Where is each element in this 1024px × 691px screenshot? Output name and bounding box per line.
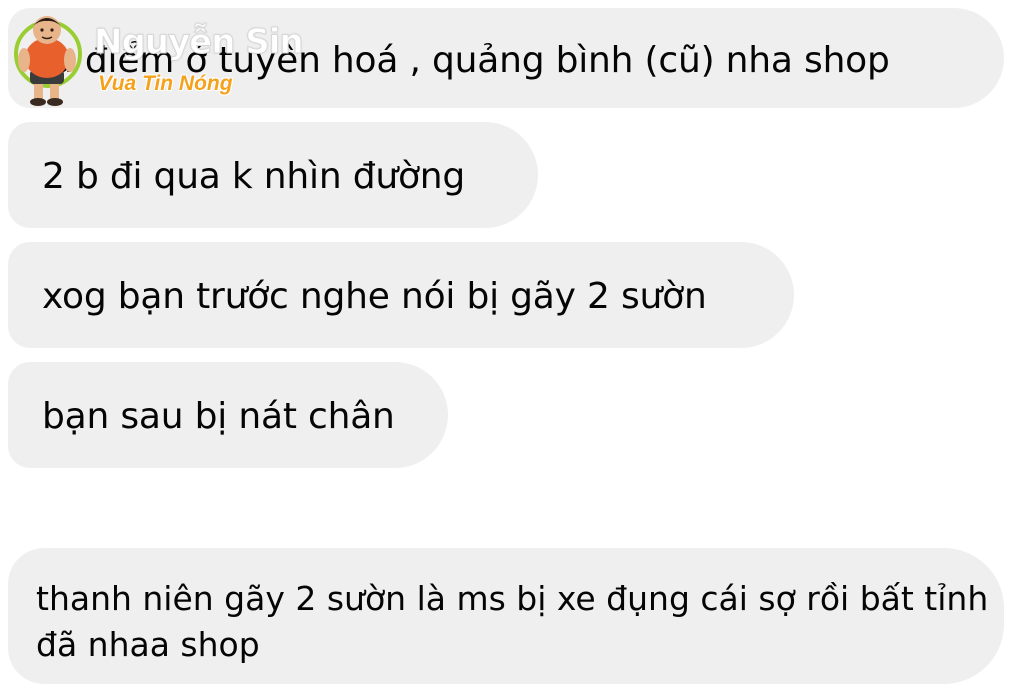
- watermark: Nguyễn Sin Vua Tin Nóng: [10, 10, 304, 110]
- message-text: 2 b đi qua k nhìn đường: [42, 156, 466, 197]
- reply-text-line: đã nhaa shop: [36, 625, 260, 664]
- watermark-name: Nguyễn Sin: [94, 22, 305, 63]
- mascot-logo: [14, 16, 82, 106]
- message-bubble: xog bạn trước nghe nói bị gãy 2 sườn: [8, 242, 794, 348]
- message-text: bạn sau bị nát chân: [42, 396, 395, 437]
- watermark-tagline: Vua Tin Nóng: [98, 72, 233, 95]
- message-bubble: bạn sau bị nát chân: [8, 362, 448, 468]
- reply-bubble: thanh niên gãy 2 sườn là ms bị xe đụng c…: [8, 548, 1004, 684]
- reply-text-line: thanh niên gãy 2 sườn là ms bị xe đụng c…: [36, 579, 989, 618]
- chat-screenshot: ịa điểm ở tuyên hoá , quảng bình (cũ) nh…: [0, 0, 1024, 691]
- message-text: xog bạn trước nghe nói bị gãy 2 sườn: [42, 276, 707, 317]
- message-bubble: 2 b đi qua k nhìn đường: [8, 122, 538, 228]
